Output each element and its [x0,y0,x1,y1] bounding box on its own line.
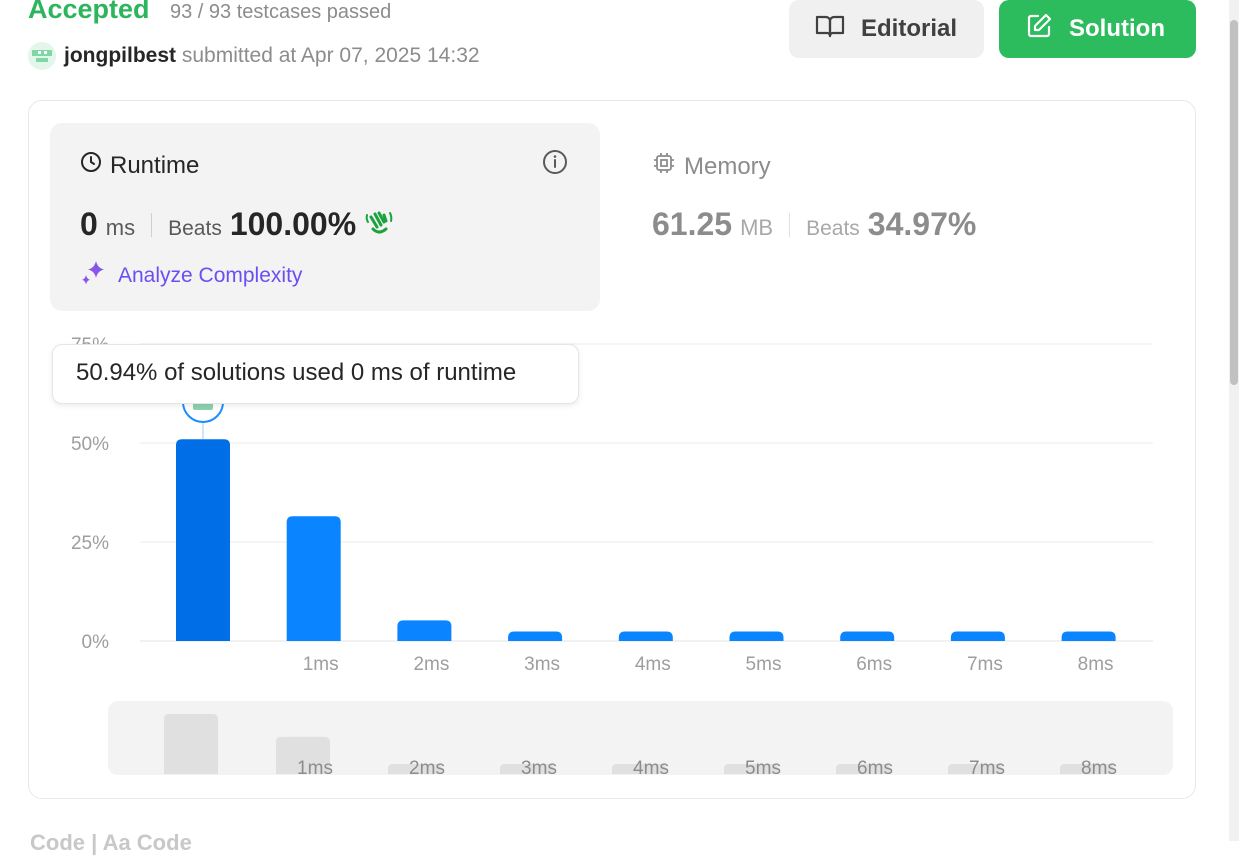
bar-2ms [397,620,452,641]
sparkle-icon [80,259,118,293]
x-tick-label: 1ms [303,654,339,675]
info-icon[interactable] [541,148,569,181]
x-tick-label: 3ms [524,654,560,675]
overview-tick-label: 4ms [633,758,669,779]
x-tick-label: 2ms [413,654,449,675]
x-tick-label: 4ms [635,654,671,675]
bar-8ms [1061,631,1116,641]
memory-title-label: Memory [684,152,771,180]
x-tick-label: 8ms [1078,654,1114,675]
overview-tick-label: 2ms [409,758,445,779]
memory-beats-label: Beats [806,217,860,240]
y-tick-label: 25% [71,533,109,554]
divider [151,212,153,237]
divider [789,212,791,237]
x-tick-label: 5ms [746,654,782,675]
bar-0ms [176,439,230,641]
book-open-icon [815,14,861,45]
memory-value: 61.25 [652,206,733,242]
runtime-beats-label: Beats [168,217,222,240]
memory-values: 61.25 MB Beats 34.97% [652,206,976,243]
solution-label: Solution [1069,15,1165,42]
username-link[interactable]: jongpilbest [64,44,176,67]
overview-bar [164,714,218,774]
overview-tick-label: 5ms [745,758,781,779]
x-tick-label: 6ms [856,654,892,675]
runtime-values: 0 ms Beats 100.00% [80,206,394,243]
overview-tick-label: 1ms [297,758,333,779]
code-section-header: Code | Aa Code [30,830,192,855]
overview-tick-label: 6ms [857,758,893,779]
bar-7ms [950,631,1005,641]
bar-6ms [840,631,895,641]
memory-beats-value: 34.97% [867,206,977,242]
runtime-beats-value: 100.00% [229,206,357,242]
chart-tooltip: 50.94% of solutions used 0 ms of runtime [52,344,579,404]
solution-button[interactable]: Solution [999,0,1196,58]
editorial-button[interactable]: Editorial [789,0,984,58]
runtime-value: 0 [80,206,98,242]
status-label: Accepted [28,0,150,24]
avatar[interactable] [28,42,56,70]
submitted-time: submitted at Apr 07, 2025 14:32 [181,44,480,67]
clap-icon [364,209,394,240]
scrollbar-thumb[interactable] [1230,20,1238,385]
edit-icon [1025,12,1069,47]
y-tick-label: 50% [71,434,109,455]
analyze-label: Analyze Complexity [118,264,303,287]
memory-unit: MB [740,215,774,240]
runtime-unit: ms [105,215,136,240]
overview-tick-label: 3ms [521,758,557,779]
overview-tick-label: 7ms [969,758,1005,779]
bar-1ms [286,516,341,641]
bar-5ms [729,631,784,641]
testcases-count: 93 / 93 testcases passed [170,1,392,23]
submission-info: jongpilbest submitted at Apr 07, 2025 14… [64,44,480,68]
chip-icon [652,151,684,182]
overview-tick-label: 8ms [1081,758,1117,779]
y-tick-label: 0% [82,632,110,653]
memory-tab[interactable]: Memory [652,151,771,182]
bar-3ms [508,631,563,641]
editorial-label: Editorial [861,15,958,42]
runtime-title-label: Runtime [110,151,200,179]
bar-4ms [618,631,673,641]
runtime-title: Runtime [80,151,199,180]
analyze-complexity-link[interactable]: Analyze Complexity [80,259,302,293]
x-tick-label: 7ms [967,654,1003,675]
clock-icon [80,151,110,180]
